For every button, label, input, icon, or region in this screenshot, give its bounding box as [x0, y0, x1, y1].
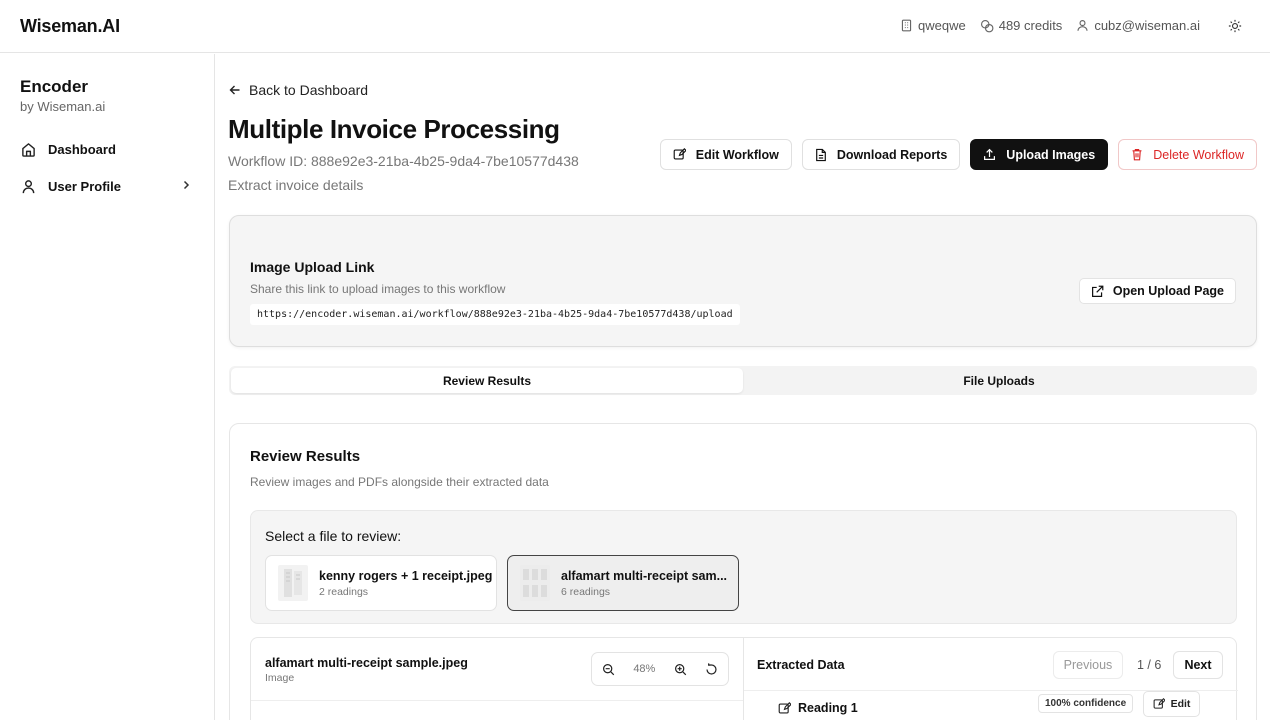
- coins-icon: [980, 19, 994, 33]
- rotate-icon[interactable]: [705, 662, 718, 676]
- edit-icon: [673, 148, 686, 161]
- zoom-controls: 48%: [591, 652, 729, 686]
- zoom-level: 48%: [633, 663, 656, 675]
- user-icon: [1076, 19, 1089, 32]
- upload-images-label: Upload Images: [1006, 147, 1096, 162]
- open-upload-page-button[interactable]: Open Upload Page: [1078, 278, 1236, 304]
- review-results-panel: Review Results Review images and PDFs al…: [229, 423, 1257, 720]
- file-card-alfamart[interactable]: alfamart multi-receipt sam... 6 readings: [507, 555, 739, 611]
- user-email: cubz@wiseman.ai: [1094, 18, 1200, 33]
- file-thumbnail: [278, 565, 308, 601]
- sidebar-item-user-profile[interactable]: User Profile: [12, 171, 204, 201]
- external-link-icon: [1091, 285, 1104, 298]
- viewer-divider: [251, 700, 743, 701]
- viewer-file-type: Image: [265, 672, 295, 684]
- sidebar-subtitle: by Wiseman.ai: [20, 99, 106, 114]
- zoom-out-icon[interactable]: [602, 663, 615, 676]
- workflow-actions: Edit Workflow Download Reports Upload Im…: [659, 139, 1257, 170]
- file-reading-count: 2 readings: [319, 585, 369, 598]
- top-header: Wiseman.AI qweqwe 489 credits cubz@wisem…: [0, 0, 1270, 53]
- tab-file-uploads[interactable]: File Uploads: [743, 368, 1255, 393]
- building-icon: [900, 19, 913, 32]
- file-name: kenny rogers + 1 receipt.jpeg: [319, 568, 493, 583]
- workflow-id: Workflow ID: 888e92e3-21ba-4b25-9da4-7be…: [228, 153, 579, 169]
- edit-workflow-button[interactable]: Edit Workflow: [659, 139, 792, 170]
- back-to-dashboard-link[interactable]: Back to Dashboard: [229, 82, 368, 98]
- sidebar-item-label: User Profile: [48, 178, 121, 194]
- reading-label: Reading 1: [798, 701, 858, 715]
- main-content: Back to Dashboard Multiple Invoice Proce…: [216, 54, 1270, 720]
- user-menu[interactable]: cubz@wiseman.ai: [1076, 18, 1200, 33]
- edit-reading-label: Edit: [1170, 698, 1191, 710]
- open-upload-label: Open Upload Page: [1112, 284, 1224, 298]
- file-card-kenny-rogers[interactable]: kenny rogers + 1 receipt.jpeg 2 readings: [265, 555, 497, 611]
- sidebar-item-dashboard[interactable]: Dashboard: [12, 134, 204, 164]
- upload-images-button[interactable]: Upload Images: [970, 139, 1109, 170]
- brand-logo[interactable]: Wiseman.AI: [20, 16, 120, 37]
- file-name: alfamart multi-receipt sam...: [561, 568, 728, 583]
- file-thumbnail: [520, 565, 550, 601]
- file-selector-label: Select a file to review:: [265, 528, 402, 544]
- tab-review-results[interactable]: Review Results: [231, 368, 743, 393]
- page-title: Multiple Invoice Processing: [228, 114, 560, 144]
- credits-indicator[interactable]: 489 credits: [980, 18, 1063, 33]
- arrow-left-icon: [229, 84, 241, 96]
- extracted-data-title: Extracted Data: [757, 658, 845, 672]
- reading-row: Reading 1 100% confidence Edit: [744, 690, 1238, 720]
- sidebar: Encoder by Wiseman.ai Dashboard User Pro…: [0, 54, 215, 720]
- workspace-indicator[interactable]: qweqwe: [900, 18, 966, 33]
- download-reports-label: Download Reports: [836, 147, 948, 162]
- reading-title: Reading 1: [778, 701, 858, 715]
- chevron-right-icon: [180, 179, 192, 191]
- image-viewer-pane: alfamart multi-receipt sample.jpeg Image…: [251, 638, 744, 720]
- next-button[interactable]: Next: [1173, 651, 1223, 679]
- edit-reading-button[interactable]: Edit: [1143, 691, 1200, 717]
- upload-link-url[interactable]: https://encoder.wiseman.ai/workflow/888e…: [250, 304, 740, 325]
- sun-icon[interactable]: [1228, 19, 1242, 33]
- sidebar-item-label: Dashboard: [48, 141, 116, 157]
- home-icon: [21, 142, 36, 157]
- upload-icon: [983, 148, 996, 161]
- results-tabs: Review Results File Uploads: [229, 366, 1257, 395]
- credits-count: 489 credits: [998, 18, 1063, 33]
- delete-workflow-button[interactable]: Delete Workflow: [1118, 139, 1257, 170]
- zoom-in-icon[interactable]: [674, 663, 687, 676]
- confidence-badge: 100% confidence: [1038, 694, 1134, 713]
- edit-workflow-label: Edit Workflow: [695, 147, 779, 162]
- delete-workflow-label: Delete Workflow: [1153, 147, 1244, 162]
- file-selector: Select a file to review: kenny rogers + …: [250, 510, 1237, 624]
- viewer-file-name: alfamart multi-receipt sample.jpeg: [265, 656, 468, 670]
- download-reports-button[interactable]: Download Reports: [801, 139, 961, 170]
- workspace-name: qweqwe: [918, 18, 966, 33]
- sidebar-title: Encoder: [20, 77, 89, 96]
- edit-icon: [778, 701, 791, 715]
- previous-button[interactable]: Previous: [1053, 651, 1123, 679]
- reading-page-indicator: 1 / 6: [1137, 658, 1162, 672]
- trash-icon: [1131, 148, 1143, 161]
- user-icon: [21, 179, 36, 194]
- header-right: qweqwe 489 credits cubz@wiseman.ai: [900, 18, 1242, 33]
- upload-link-title: Image Upload Link: [250, 259, 375, 275]
- file-reading-count: 6 readings: [561, 585, 611, 598]
- review-title: Review Results: [250, 448, 361, 465]
- review-viewer: alfamart multi-receipt sample.jpeg Image…: [250, 637, 1238, 720]
- workflow-description: Extract invoice details: [228, 177, 364, 193]
- review-subtitle: Review images and PDFs alongside their e…: [250, 475, 549, 489]
- edit-icon: [1153, 698, 1165, 710]
- file-text-icon: [815, 148, 827, 162]
- back-label: Back to Dashboard: [249, 82, 369, 98]
- upload-link-subtitle: Share this link to upload images to this…: [250, 282, 506, 296]
- extracted-data-pane: Extracted Data Previous 1 / 6 Next Readi…: [744, 638, 1238, 720]
- upload-link-card: Image Upload Link Share this link to upl…: [229, 215, 1257, 347]
